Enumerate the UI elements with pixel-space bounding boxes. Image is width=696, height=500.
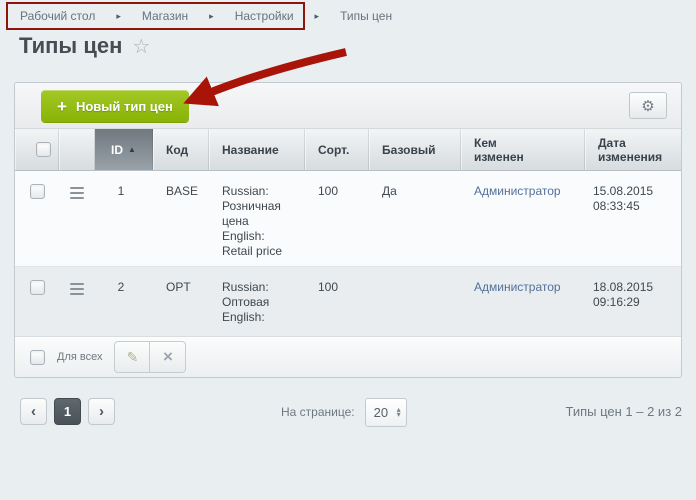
modified-by-link[interactable]: Администратор (474, 184, 561, 198)
pagination: ‹ 1 › (20, 398, 115, 425)
bulk-edit-button[interactable]: ✎ (115, 342, 150, 372)
per-page-label: На странице: (281, 405, 355, 419)
breadcrumb-item-price-types[interactable]: Типы цен (340, 9, 392, 23)
footer-select-all-label: Для всех (57, 351, 102, 363)
gear-icon: ⚙ (641, 97, 654, 115)
chevron-right-icon: › (99, 403, 104, 420)
prev-page-button[interactable]: ‹ (20, 398, 47, 425)
modified-by-link[interactable]: Администратор (474, 280, 561, 294)
table-footer: Для всех ✎ × (15, 337, 681, 377)
breadcrumb-separator-icon: ▸ (116, 11, 121, 22)
per-page-control: На странице: 20 ▴ ▾ (281, 397, 407, 427)
breadcrumb-item-desktop[interactable]: Рабочий стол (20, 9, 95, 23)
header-modified-date[interactable]: Дата изменения (585, 129, 683, 170)
select-all-checkbox[interactable] (36, 142, 51, 157)
breadcrumb-item-shop[interactable]: Магазин (142, 9, 188, 23)
header-select-all-cell (15, 129, 59, 170)
menu-bar (70, 187, 84, 189)
cell-name: Russian: Розничная цена English: Retail … (209, 171, 305, 266)
breadcrumb-separator-icon: ▸ (315, 11, 320, 22)
header-id-label: ID (111, 143, 123, 157)
spinner-icon: ▴ ▾ (397, 407, 401, 417)
admin-page: Рабочий стол ▸ Магазин ▸ Настройки ▸ Тип… (0, 0, 696, 500)
cell-base (369, 267, 461, 336)
header-modified-by[interactable]: Кем изменен (461, 129, 585, 170)
close-icon: × (163, 347, 173, 367)
cell-sort: 100 (305, 267, 369, 336)
next-page-button[interactable]: › (88, 398, 115, 425)
cell-modified-by: Администратор (461, 267, 585, 336)
header-sort[interactable]: Сорт. (305, 129, 369, 170)
per-page-select[interactable]: 20 ▴ ▾ (365, 398, 407, 427)
breadcrumb-item-settings[interactable]: Настройки (235, 9, 294, 23)
grid-settings-button[interactable]: ⚙ (629, 92, 667, 119)
menu-bar (70, 197, 84, 199)
records-summary: Типы цен 1 – 2 из 2 (565, 404, 682, 419)
cell-base: Да (369, 171, 461, 266)
sort-ascending-icon: ▲ (128, 143, 136, 157)
table-row: 1 BASE Russian: Розничная цена English: … (15, 171, 681, 267)
plus-icon: + (57, 98, 67, 115)
menu-bar (70, 192, 84, 194)
row-checkbox[interactable] (30, 184, 45, 199)
menu-bar (70, 293, 84, 295)
spinner-down-icon: ▾ (397, 412, 401, 417)
bulk-delete-button[interactable]: × (150, 342, 185, 372)
header-id-sorted[interactable]: ID ▲ (95, 129, 153, 170)
grid-toolbar: + Новый тип цен ⚙ (15, 83, 681, 129)
cell-code: BASE (153, 171, 209, 266)
favorite-star-icon[interactable]: ☆ (132, 34, 150, 59)
pencil-icon: ✎ (127, 349, 139, 366)
header-code[interactable]: Код (153, 129, 209, 170)
cell-id: 1 (95, 171, 153, 266)
cell-modified-date: 15.08.2015 08:33:45 (585, 171, 683, 266)
footer-select-all-checkbox[interactable] (30, 350, 45, 365)
breadcrumb: Рабочий стол ▸ Магазин ▸ Настройки ▸ Тип… (20, 9, 392, 23)
cell-code: OPT (153, 267, 209, 336)
table-header-row: ID ▲ Код Название Сорт. Базовый Кем изме… (15, 129, 681, 171)
title-row: Типы цен ☆ (19, 33, 150, 59)
new-price-type-label: Новый тип цен (76, 99, 173, 114)
price-types-panel: + Новый тип цен ⚙ ID ▲ Код Название Сорт… (14, 82, 682, 378)
menu-bar (70, 283, 84, 285)
header-name[interactable]: Название (209, 129, 305, 170)
row-menu-cell (59, 171, 95, 266)
menu-bar (70, 288, 84, 290)
cell-sort: 100 (305, 171, 369, 266)
page-1-button[interactable]: 1 (54, 398, 81, 425)
row-checkbox-cell (15, 267, 59, 336)
bulk-actions-group: ✎ × (114, 341, 186, 373)
cell-modified-by: Администратор (461, 171, 585, 266)
chevron-left-icon: ‹ (31, 403, 36, 420)
row-checkbox[interactable] (30, 280, 45, 295)
row-menu-icon[interactable] (70, 283, 84, 336)
header-base[interactable]: Базовый (369, 129, 461, 170)
row-menu-icon[interactable] (70, 187, 84, 266)
new-price-type-button[interactable]: + Новый тип цен (41, 90, 189, 122)
table-row: 2 OPT Russian: Оптовая English: 100 Адми… (15, 267, 681, 337)
cell-id: 2 (95, 267, 153, 336)
row-checkbox-cell (15, 171, 59, 266)
row-menu-cell (59, 267, 95, 336)
per-page-value: 20 (374, 405, 397, 420)
page-title: Типы цен (19, 33, 122, 59)
header-menu-cell (59, 129, 95, 170)
breadcrumb-separator-icon: ▸ (209, 11, 214, 22)
cell-name: Russian: Оптовая English: (209, 267, 305, 336)
cell-modified-date: 18.08.2015 09:16:29 (585, 267, 683, 336)
